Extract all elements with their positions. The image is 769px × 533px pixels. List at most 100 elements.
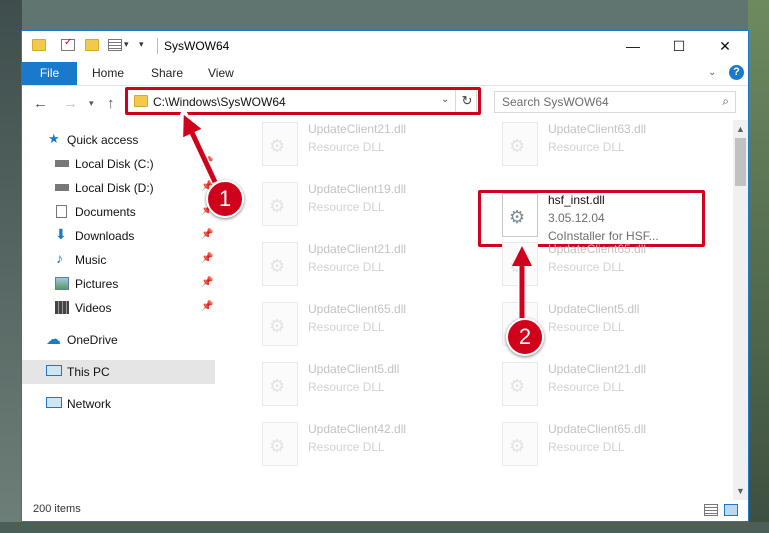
file-item[interactable]: ⚙ UpdateClient21.dll Resource DLL xyxy=(476,358,696,414)
quick-access-toolbar-dropdown-icon[interactable]: ▾ xyxy=(139,39,144,50)
pin-icon[interactable]: 📌 xyxy=(201,253,213,264)
file-type: Resource DLL xyxy=(308,140,385,154)
dll-file-icon: ⚙ xyxy=(502,122,538,166)
file-item[interactable]: ⚙ UpdateClient42.dll Resource DLL xyxy=(236,418,456,474)
pin-icon[interactable]: 📌 xyxy=(201,277,213,288)
sidebar-item-label: Videos xyxy=(75,301,112,315)
help-icon[interactable]: ? xyxy=(729,65,744,80)
file-item[interactable]: ⚙ UpdateClient65.dll Resource DLL xyxy=(476,238,696,294)
sidebar-item-label: This PC xyxy=(67,365,110,379)
sidebar-item-label: Network xyxy=(67,397,112,411)
file-item[interactable]: ⚙ UpdateClient63.dll Resource DLL xyxy=(476,120,696,174)
sidebar-item-network[interactable]: Network xyxy=(22,392,215,416)
sidebar-item-pictures[interactable]: Pictures 📌 xyxy=(22,272,215,296)
folder-icon xyxy=(32,39,46,51)
up-arrow-icon[interactable]: ↑ xyxy=(107,95,115,112)
file-list: ⚙ UpdateClient21.dll Resource DLL ⚙ Upda… xyxy=(216,120,733,500)
sidebar-item-local-disk-d[interactable]: Local Disk (D:) 📌 xyxy=(22,176,215,200)
forward-arrow-icon[interactable]: → xyxy=(63,95,78,112)
scroll-down-icon[interactable]: ▼ xyxy=(736,486,745,496)
back-arrow-icon[interactable]: ← xyxy=(33,95,48,112)
vertical-scrollbar[interactable]: ▲ ▼ xyxy=(733,120,748,500)
file-name: UpdateClient21.dll xyxy=(308,242,407,256)
minimize-button[interactable]: — xyxy=(610,31,656,61)
gear-icon: ⚙ xyxy=(269,196,286,216)
drive-icon xyxy=(55,160,69,167)
gear-icon: ⚙ xyxy=(509,376,526,396)
sidebar-item-label: Downloads xyxy=(75,229,135,243)
sidebar-item-downloads[interactable]: ⬇ Downloads 📌 xyxy=(22,224,215,248)
item-count: 200 items xyxy=(33,503,81,515)
gear-icon: ⚙ xyxy=(269,136,286,156)
dll-file-icon: ⚙ xyxy=(262,182,298,226)
file-name: UpdateClient42.dll xyxy=(308,422,407,436)
file-item[interactable]: ⚙ UpdateClient65.dll Resource DLL xyxy=(236,298,456,354)
sidebar-item-videos[interactable]: Videos 📌 xyxy=(22,296,215,320)
search-placeholder: Search SysWOW64 xyxy=(502,95,609,109)
desktop-background-left xyxy=(0,0,22,533)
properties-icon[interactable]: ✓ xyxy=(61,37,75,51)
dll-file-icon: ⚙ xyxy=(262,362,298,406)
search-icon[interactable]: ⌕ xyxy=(722,94,729,109)
gear-icon: ⚙ xyxy=(269,436,286,456)
dll-file-icon: ⚙ xyxy=(502,242,538,286)
file-type: Resource DLL xyxy=(548,140,625,154)
address-row: ← → ▾ ↑ C:\Windows\SysWOW64 ⌄ ↻ Search S… xyxy=(22,86,748,120)
large-icons-view-icon[interactable] xyxy=(724,504,738,516)
expand-ribbon-icon[interactable]: ⌄ xyxy=(708,67,716,78)
file-item[interactable]: ⚙ UpdateClient5.dll Resource DLL xyxy=(236,358,456,414)
dll-file-icon: ⚙ xyxy=(262,122,298,166)
file-item[interactable]: ⚙ UpdateClient19.dll Resource DLL xyxy=(236,178,456,234)
pin-icon[interactable]: 📌 xyxy=(201,157,213,168)
cloud-icon: ☁ xyxy=(46,331,61,348)
sidebar-item-documents[interactable]: Documents 📌 xyxy=(22,200,215,224)
tab-home[interactable]: Home xyxy=(92,62,124,85)
dll-file-icon: ⚙ xyxy=(262,242,298,286)
tab-file[interactable]: File xyxy=(22,62,77,85)
file-type: Resource DLL xyxy=(308,320,385,334)
file-item[interactable]: ⚙ UpdateClient21.dll Resource DLL xyxy=(236,120,456,174)
new-folder-icon[interactable] xyxy=(85,39,99,51)
file-name: UpdateClient21.dll xyxy=(548,362,647,376)
file-name: UpdateClient65.dll xyxy=(308,302,407,316)
close-button[interactable]: ✕ xyxy=(702,31,748,61)
file-name: UpdateClient65.dll xyxy=(548,242,647,256)
step-1-callout: 1 xyxy=(206,180,244,218)
sidebar-item-onedrive[interactable]: ☁ OneDrive xyxy=(22,328,215,352)
customize-view-icon[interactable] xyxy=(108,39,122,51)
drive-icon xyxy=(55,184,69,191)
computer-icon xyxy=(46,365,62,376)
pin-icon[interactable]: 📌 xyxy=(201,229,213,240)
recent-locations-icon[interactable]: ▾ xyxy=(89,98,94,109)
file-type: Resource DLL xyxy=(308,260,385,274)
sidebar-item-label: OneDrive xyxy=(67,333,118,347)
videos-icon xyxy=(55,301,69,314)
maximize-button[interactable]: ☐ xyxy=(656,31,702,61)
file-item[interactable]: ⚙ UpdateClient65.dll Resource DLL xyxy=(476,418,696,474)
details-view-icon[interactable] xyxy=(704,504,718,516)
file-explorer-window: ✓ ▾ ▾ SysWOW64 — ☐ ✕ File Home Share Vie… xyxy=(21,30,749,522)
scroll-up-icon[interactable]: ▲ xyxy=(736,124,745,134)
star-icon: ★ xyxy=(48,131,60,146)
sidebar-item-music[interactable]: ♪ Music 📌 xyxy=(22,248,215,272)
file-type: Resource DLL xyxy=(308,440,385,454)
sidebar-item-quick-access[interactable]: ★ Quick access xyxy=(22,128,215,152)
tab-share[interactable]: Share xyxy=(151,62,183,85)
sidebar-item-label: Quick access xyxy=(67,133,139,147)
gear-icon: ⚙ xyxy=(509,136,526,156)
desktop-background-right xyxy=(748,0,769,533)
file-type: Resource DLL xyxy=(548,260,625,274)
gear-icon: ⚙ xyxy=(509,256,526,276)
search-input[interactable]: Search SysWOW64 ⌕ xyxy=(494,91,736,113)
title-separator xyxy=(157,38,158,54)
dll-file-icon: ⚙ xyxy=(502,422,538,466)
scrollbar-thumb[interactable] xyxy=(735,138,746,186)
chevron-down-icon[interactable]: ▾ xyxy=(124,39,129,50)
file-item[interactable]: ⚙ UpdateClient21.dll Resource DLL xyxy=(236,238,456,294)
sidebar-item-this-pc[interactable]: This PC xyxy=(22,360,215,384)
music-icon: ♪ xyxy=(56,250,63,266)
tab-view[interactable]: View xyxy=(208,62,234,85)
sidebar-item-local-disk-c[interactable]: Local Disk (C:) 📌 xyxy=(22,152,215,176)
dll-file-icon: ⚙ xyxy=(262,302,298,346)
pin-icon[interactable]: 📌 xyxy=(201,301,213,312)
